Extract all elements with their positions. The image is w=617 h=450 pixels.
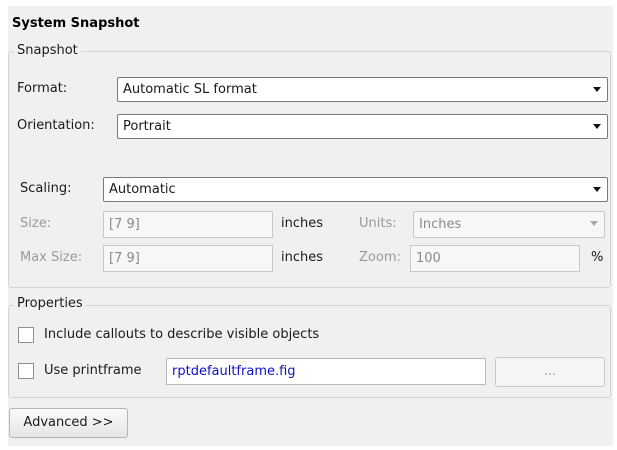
zoom-unit-label: %	[591, 250, 604, 265]
orientation-select[interactable]: Portrait	[117, 114, 608, 139]
system-snapshot-panel: System Snapshot Snapshot Format: Automat…	[8, 6, 613, 446]
units-select-value: Inches	[419, 217, 462, 232]
printframe-field[interactable]: rptdefaultframe.fig	[166, 358, 486, 385]
size-field[interactable]: [7 9]	[103, 211, 273, 238]
use-printframe-checkbox[interactable]	[18, 363, 34, 379]
chevron-down-icon	[593, 124, 601, 129]
properties-group-legend: Properties	[14, 296, 86, 312]
size-label: Size:	[20, 216, 52, 231]
max-size-label: Max Size:	[20, 250, 83, 265]
include-callouts-checkbox[interactable]	[18, 327, 34, 343]
chevron-down-icon	[593, 87, 601, 92]
chevron-down-icon	[593, 187, 601, 192]
orientation-label: Orientation:	[17, 118, 95, 133]
browse-button[interactable]: ...	[495, 357, 605, 387]
scaling-select[interactable]: Automatic	[103, 177, 608, 202]
scaling-select-value: Automatic	[109, 182, 176, 197]
size-unit-label: inches	[281, 216, 324, 231]
snapshot-group-legend: Snapshot	[14, 43, 81, 59]
format-label: Format:	[17, 81, 68, 96]
zoom-label: Zoom:	[359, 250, 401, 265]
max-size-unit-label: inches	[281, 250, 324, 265]
format-select[interactable]: Automatic SL format	[117, 77, 608, 102]
units-label: Units:	[359, 216, 397, 231]
zoom-field[interactable]: 100	[410, 245, 580, 272]
units-select[interactable]: Inches	[413, 211, 605, 238]
page-title: System Snapshot	[12, 16, 140, 31]
scaling-label: Scaling:	[20, 181, 72, 196]
use-printframe-label[interactable]: Use printframe	[44, 362, 142, 380]
format-select-value: Automatic SL format	[123, 82, 257, 97]
include-callouts-label[interactable]: Include callouts to describe visible obj…	[44, 326, 319, 344]
orientation-select-value: Portrait	[123, 119, 171, 134]
advanced-button[interactable]: Advanced >>	[9, 408, 128, 438]
max-size-field[interactable]: [7 9]	[103, 245, 273, 272]
chevron-down-icon	[590, 221, 598, 226]
